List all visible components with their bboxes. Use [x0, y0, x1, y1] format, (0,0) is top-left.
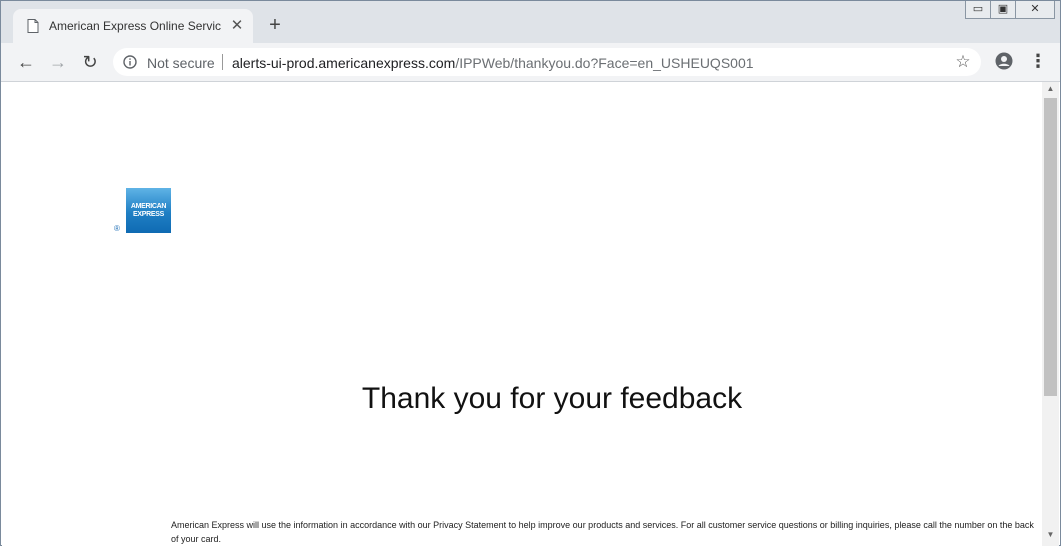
- privacy-footer-note: American Express will use the informatio…: [171, 520, 1034, 544]
- tab-title: American Express Online Services: [49, 19, 221, 33]
- url-host: alerts-ui-prod.americanexpress.com: [232, 55, 456, 71]
- profile-icon[interactable]: [995, 52, 1013, 70]
- tab-strip: American Express Online Services ✕ + ▭ ▣…: [1, 1, 1060, 43]
- url-text[interactable]: alerts-ui-prod.americanexpress.com/IPPWe…: [232, 55, 754, 71]
- address-bar[interactable]: Not secure alerts-ui-prod.americanexpres…: [113, 48, 981, 76]
- url-path: /IPPWeb/thankyou.do?Face=en_USHEUQS001: [455, 55, 754, 71]
- address-separator: [222, 54, 223, 70]
- forward-arrow-icon[interactable]: →: [47, 51, 69, 73]
- back-arrow-icon[interactable]: ←: [15, 51, 37, 73]
- new-tab-button[interactable]: +: [265, 15, 285, 35]
- page-content: AMERICAN EXPRESS ® Thank you for your fe…: [2, 82, 1042, 546]
- menu-icon[interactable]: ⋮: [1029, 51, 1047, 71]
- scroll-down-arrow-icon[interactable]: ▼: [1042, 528, 1059, 542]
- thank-you-heading: Thank you for your feedback: [361, 382, 743, 415]
- maximize-button[interactable]: ▣: [990, 1, 1016, 19]
- tab-active[interactable]: American Express Online Services ✕: [13, 9, 253, 43]
- page-icon: [27, 19, 39, 33]
- security-status[interactable]: Not secure: [147, 55, 215, 71]
- browser-window: American Express Online Services ✕ + ▭ ▣…: [0, 0, 1061, 546]
- logo-text-line2: EXPRESS: [133, 211, 164, 218]
- close-window-button[interactable]: ✕: [1015, 1, 1055, 19]
- browser-toolbar: ← → ↻ Not secure alerts-ui-prod.american…: [1, 43, 1060, 82]
- logo-text-line1: AMERICAN: [130, 203, 167, 210]
- amex-logo-box: AMERICAN EXPRESS: [126, 188, 171, 233]
- scroll-thumb[interactable]: [1044, 98, 1057, 396]
- reload-icon[interactable]: ↻: [79, 51, 101, 73]
- minimize-button[interactable]: ▭: [965, 1, 991, 19]
- info-icon[interactable]: [123, 55, 137, 69]
- vertical-scrollbar[interactable]: ▲ ▼: [1042, 82, 1059, 546]
- star-icon[interactable]: ☆: [953, 52, 973, 72]
- amex-logo[interactable]: AMERICAN EXPRESS ®: [114, 188, 174, 236]
- scroll-up-arrow-icon[interactable]: ▲: [1042, 82, 1059, 96]
- registered-mark: ®: [114, 224, 120, 233]
- tab-close-icon[interactable]: ✕: [229, 18, 245, 34]
